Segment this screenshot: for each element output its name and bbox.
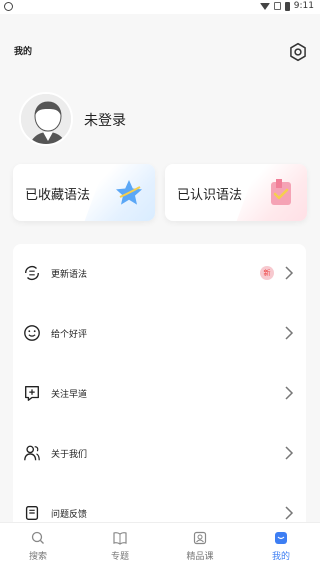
new-badge: 新 <box>260 266 274 280</box>
menu-item-follow[interactable]: 关注早道 <box>13 364 306 424</box>
favorites-card[interactable]: 已收藏语法 <box>13 164 155 221</box>
book-icon <box>113 532 127 545</box>
tab-topics[interactable]: 专题 <box>90 531 150 571</box>
menu-item-about[interactable]: 关于我们 <box>13 424 306 484</box>
tab-label: 我的 <box>271 552 290 562</box>
menu-item-label: 问题反馈 <box>51 510 88 520</box>
menu-item-label: 给个好评 <box>51 330 88 340</box>
update-icon <box>25 265 39 281</box>
tab-mine[interactable]: 我的 <box>251 531 311 571</box>
tab-courses[interactable]: 精品课 <box>170 531 230 571</box>
bottom-tab-bar: 搜索 专题 精品课 我的 <box>0 522 320 572</box>
chevron-right-icon <box>285 446 294 460</box>
sim-icon <box>273 2 281 10</box>
menu-item-label: 关于我们 <box>51 450 88 460</box>
wifi-icon <box>259 2 270 10</box>
battery-icon <box>284 1 290 11</box>
menu-item-rate[interactable]: 给个好评 <box>13 304 306 364</box>
favorites-card-label: 已收藏语法 <box>25 188 91 203</box>
menu-item-label: 更新语法 <box>51 270 88 280</box>
status-app-icon <box>4 2 13 11</box>
menu-item-update[interactable]: 更新语法 新 <box>13 244 306 304</box>
tab-label: 搜索 <box>28 552 47 562</box>
chevron-right-icon <box>285 386 294 400</box>
users-icon <box>24 445 40 461</box>
login-status-text[interactable]: 未登录 <box>84 110 126 130</box>
menu-list: 更新语法 新 给个好评 关注早道 关于我们 问题反馈 <box>13 244 306 534</box>
page-title: 我的 <box>14 47 33 57</box>
chevron-right-icon <box>285 506 294 520</box>
add-follow-icon <box>25 386 39 401</box>
menu-item-label: 关注早道 <box>51 390 88 400</box>
tab-label: 精品课 <box>186 552 214 562</box>
status-time: 9:11 <box>293 1 314 11</box>
chevron-right-icon <box>285 266 294 280</box>
known-card-label: 已认识语法 <box>177 188 243 203</box>
known-card[interactable]: 已认识语法 <box>165 164 307 221</box>
avatar[interactable] <box>19 92 73 146</box>
status-bar: 9:11 <box>0 0 320 14</box>
smile-icon <box>24 325 40 341</box>
chevron-right-icon <box>285 326 294 340</box>
course-icon <box>193 531 207 545</box>
feedback-icon <box>25 506 39 520</box>
star-icon <box>116 180 142 205</box>
tab-search[interactable]: 搜索 <box>8 531 68 571</box>
settings-gear-icon[interactable] <box>288 42 308 62</box>
status-right: 9:11 <box>259 1 314 11</box>
tab-label: 专题 <box>110 552 129 562</box>
profile-icon <box>275 532 287 544</box>
search-icon <box>31 531 44 544</box>
check-bookmark-icon <box>271 179 291 205</box>
